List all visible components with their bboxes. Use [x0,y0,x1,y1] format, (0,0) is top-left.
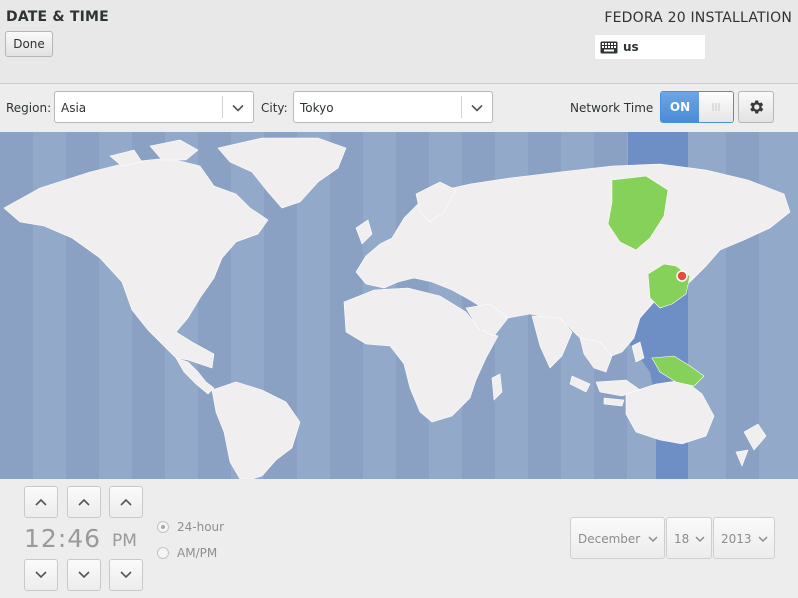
year-combo[interactable]: 2013 [713,517,775,559]
chevron-up-icon [35,498,47,506]
city-combo[interactable]: Tokyo [293,91,493,123]
format-ampm-label: AM/PM [177,546,218,560]
hours-down-button[interactable] [24,559,58,591]
chevron-up-icon [120,498,132,506]
product-title: FEDORA 20 INSTALLATION [604,10,792,26]
page-title: DATE & TIME [6,9,109,25]
chevron-down-icon [471,104,483,112]
chevron-down-icon [35,571,47,579]
radio-indicator [157,521,169,533]
keyboard-layout-indicator[interactable]: us [595,35,705,59]
month-value: December [578,532,641,546]
header-bar: DATE & TIME Done FEDORA 20 INSTALLATION … [0,0,798,84]
radio-indicator [157,547,169,559]
location-marker-icon [676,270,688,282]
done-button[interactable]: Done [5,31,53,57]
minutes-up-button[interactable] [67,486,101,518]
chevron-down-icon [648,536,658,543]
chevron-up-icon [78,498,90,506]
minutes-down-button[interactable] [67,559,101,591]
chevron-down-icon [120,571,132,579]
switch-on-label: ON [661,92,699,122]
time-display: 12:46 [24,524,101,553]
keyboard-layout-label: us [623,40,639,54]
chevron-down-icon [695,536,705,543]
format-ampm-radio[interactable]: AM/PM [157,546,217,560]
hours-value: 12 [24,524,58,553]
region-combo[interactable]: Asia [54,91,254,123]
format-24h-label: 24-hour [177,520,225,534]
year-value: 2013 [721,532,752,546]
minutes-value: 46 [67,524,102,553]
grip-icon [712,103,720,111]
network-time-settings-button[interactable] [738,91,774,123]
chevron-down-icon [758,536,768,543]
keyboard-icon [600,41,618,54]
city-value: Tokyo [300,101,334,115]
period-down-button[interactable] [109,559,143,591]
combo-divider [222,96,223,118]
chevron-down-icon [232,104,244,112]
time-separator: : [57,524,68,553]
city-label: City: [261,101,288,115]
network-time-label: Network Time [570,101,654,115]
period-value: PM [112,531,137,551]
timezone-map[interactable] [0,132,798,479]
combo-divider [461,96,462,118]
hours-up-button[interactable] [24,486,58,518]
region-label: Region: [6,101,52,115]
gear-icon [750,100,764,114]
network-time-switch[interactable]: ON [660,91,734,123]
chevron-down-icon [78,571,90,579]
day-combo[interactable]: 18 [666,517,712,559]
period-up-button[interactable] [109,486,143,518]
format-24h-radio[interactable]: 24-hour [157,520,224,534]
switch-knob[interactable] [699,92,733,122]
region-value: Asia [61,101,87,115]
day-value: 18 [674,532,690,546]
month-combo[interactable]: December [570,517,665,559]
